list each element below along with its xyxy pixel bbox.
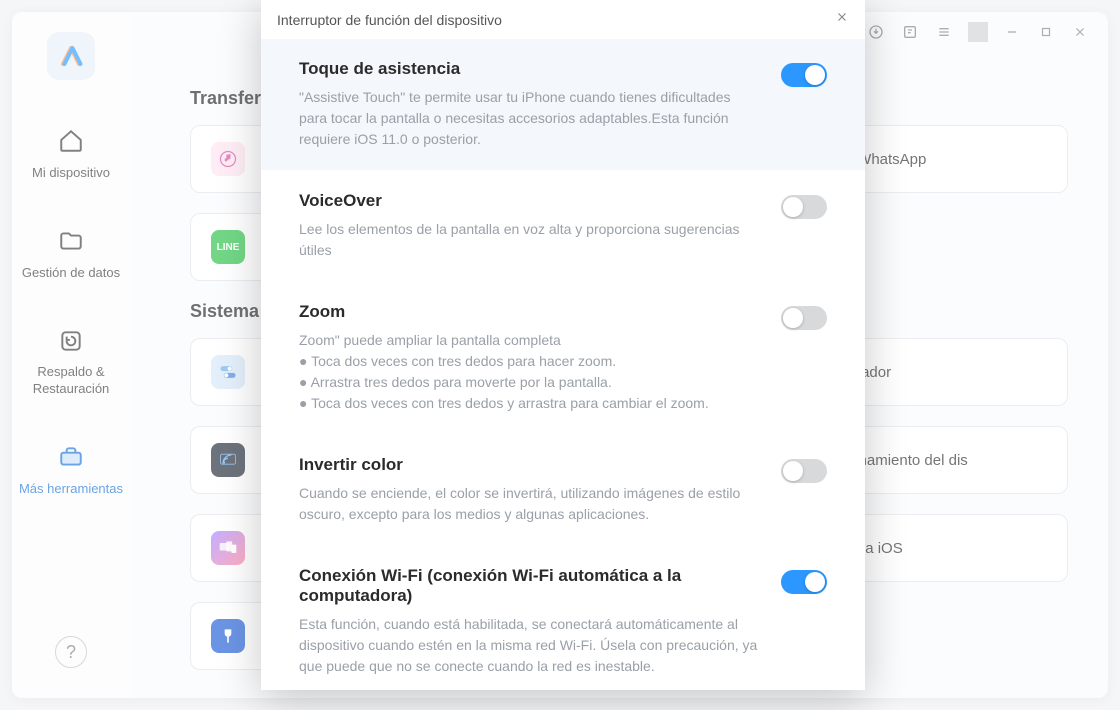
setting-desc: Esta función, cuando está habilitada, se… bbox=[299, 614, 761, 677]
modal-body: Toque de asistencia "Assistive Touch" te… bbox=[261, 39, 865, 690]
setting-title: Invertir color bbox=[299, 455, 761, 475]
toggle-invert-color[interactable] bbox=[781, 459, 827, 483]
setting-title: VoiceOver bbox=[299, 191, 761, 211]
toggle-zoom[interactable] bbox=[781, 306, 827, 330]
setting-title: Conexión Wi-Fi (conexión Wi-Fi automátic… bbox=[299, 566, 761, 606]
setting-title: Toque de asistencia bbox=[299, 59, 761, 79]
modal-header: Interruptor de función del dispositivo bbox=[261, 0, 865, 39]
setting-desc: "Assistive Touch" te permite usar tu iPh… bbox=[299, 87, 761, 150]
toggle-assistive-touch[interactable] bbox=[781, 63, 827, 87]
setting-zoom: Zoom Zoom" puede ampliar la pantalla com… bbox=[261, 281, 865, 434]
setting-wifi-connection: Conexión Wi-Fi (conexión Wi-Fi automátic… bbox=[261, 545, 865, 690]
modal-title: Interruptor de función del dispositivo bbox=[277, 12, 502, 28]
setting-assistive-touch: Toque de asistencia "Assistive Touch" te… bbox=[261, 39, 865, 170]
setting-invert-color: Invertir color Cuando se enciende, el co… bbox=[261, 434, 865, 545]
close-icon bbox=[835, 10, 849, 24]
setting-voiceover: VoiceOver Lee los elementos de la pantal… bbox=[261, 170, 865, 281]
setting-desc: Zoom" puede ampliar la pantalla completa… bbox=[299, 330, 761, 414]
toggle-wifi-connection[interactable] bbox=[781, 570, 827, 594]
setting-desc: Lee los elementos de la pantalla en voz … bbox=[299, 219, 761, 261]
modal-overlay: Interruptor de función del dispositivo T… bbox=[0, 0, 1120, 710]
modal-close-button[interactable] bbox=[835, 10, 849, 29]
toggle-voiceover[interactable] bbox=[781, 195, 827, 219]
setting-desc: Cuando se enciende, el color se invertir… bbox=[299, 483, 761, 525]
device-function-modal: Interruptor de función del dispositivo T… bbox=[261, 0, 865, 690]
setting-title: Zoom bbox=[299, 302, 761, 322]
